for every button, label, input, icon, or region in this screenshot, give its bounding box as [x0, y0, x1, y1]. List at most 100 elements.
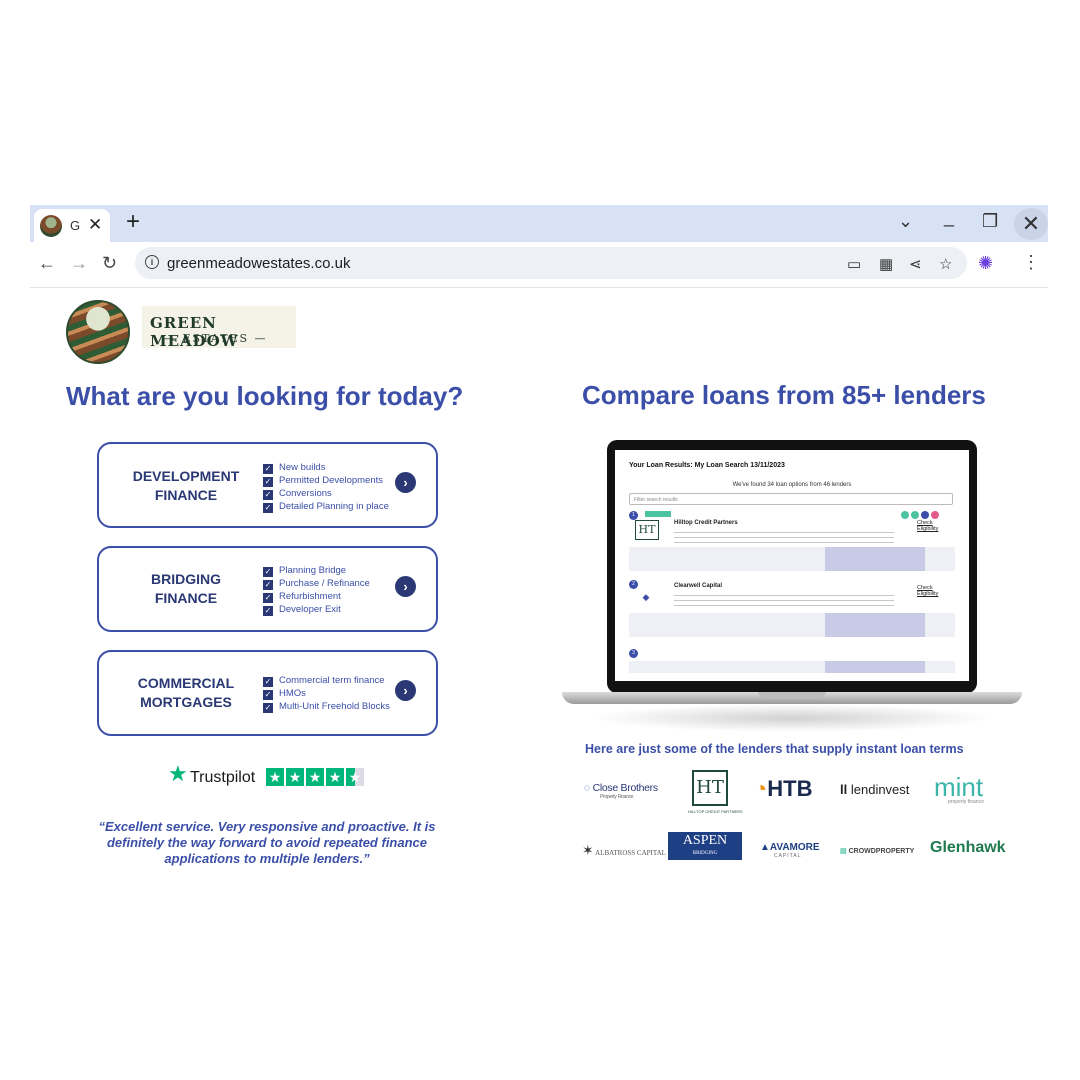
- result-lender-name: Hilltop Credit Partners: [674, 520, 738, 526]
- result-row: 2 ◆ Clearwell Capital Check Eligibility: [629, 580, 955, 640]
- url-text[interactable]: greenmeadowestates.co.uk: [167, 255, 350, 272]
- cast-icon[interactable]: ▭: [847, 255, 861, 273]
- site-favicon-icon: [40, 215, 62, 237]
- clearwell-logo-icon: ◆: [642, 593, 650, 603]
- page-content: GREEN MEADOW — ESTATES — What are you lo…: [30, 288, 1048, 870]
- lender-htb: ◔HTB: [754, 776, 813, 801]
- rating-star-icon: ★: [266, 768, 284, 786]
- list-item: ✓ HMOs: [263, 688, 306, 700]
- htb-swirl-icon: ◔: [754, 776, 768, 801]
- lendinvest-mark-icon: ll: [840, 782, 848, 797]
- checkbox-checked-icon: ✓: [263, 464, 273, 474]
- loan-results-screenshot: Your Loan Results: My Loan Search 13/11/…: [615, 450, 969, 681]
- table-highlight: [825, 547, 925, 571]
- trustpilot-rating: ★ ★ ★ ★ ★: [266, 768, 366, 786]
- result-figures-table: [629, 547, 955, 571]
- extension-icon[interactable]: ✺: [978, 253, 993, 274]
- list-item: ✓ Purchase / Refinance: [263, 578, 370, 590]
- tab-search-chevron-icon[interactable]: ⌄: [898, 211, 913, 232]
- tab-close-icon[interactable]: ✕: [88, 215, 102, 235]
- results-title: Your Loan Results: My Loan Search 13/11/…: [629, 462, 785, 469]
- toolbar: ← → ↻ i greenmeadowestates.co.uk ▭ ▦ ⋖ ☆…: [30, 242, 1048, 288]
- minimize-icon[interactable]: _: [944, 207, 954, 228]
- lender-mint: mint property finance: [934, 772, 984, 805]
- forward-icon[interactable]: →: [70, 253, 88, 274]
- lender-crowdproperty: ▤ CROWDPROPERTY: [840, 848, 915, 855]
- lender-lendinvest: ll lendinvest: [840, 782, 910, 797]
- reload-icon[interactable]: ↻: [102, 253, 117, 274]
- laptop-mockup: Your Loan Results: My Loan Search 13/11/…: [560, 440, 1024, 735]
- trustpilot-wordmark: Trustpilot: [190, 769, 256, 786]
- brand-wordmark[interactable]: GREEN MEADOW — ESTATES —: [142, 306, 296, 350]
- status-dot-icon: [921, 511, 929, 519]
- lender-glenhawk: Glenhawk: [930, 839, 1006, 856]
- site-info-icon[interactable]: i: [145, 255, 159, 269]
- list-item: ✓ Detailed Planning in place: [263, 501, 389, 513]
- chevron-right-icon[interactable]: ›: [395, 472, 416, 493]
- card-title-line2: FINANCE: [154, 590, 218, 606]
- card-title-line1: BRIDGING: [151, 571, 221, 587]
- lender-close-brothers: ◌ Close Brothers Property Finance: [584, 782, 658, 800]
- laptop-shadow: [590, 704, 994, 732]
- chevron-right-icon[interactable]: ›: [395, 680, 416, 701]
- card-commercial-mortgages[interactable]: COMMERCIAL MORTGAGES ✓ Commercial term fi…: [97, 650, 438, 736]
- result-row: 3: [629, 649, 955, 679]
- list-item: ✓ Conversions: [263, 488, 332, 500]
- checkbox-checked-icon: ✓: [263, 677, 273, 687]
- card-checklist: ✓ Commercial term finance ✓ HMOs ✓ Multi-Un…: [263, 674, 390, 713]
- lenders-heading: Here are just some of the lenders that s…: [585, 742, 964, 756]
- status-dot-icon: [901, 511, 909, 519]
- rating-star-icon: ★: [286, 768, 304, 786]
- brand-sub: — ESTATES —: [164, 332, 268, 345]
- card-title: BRIDGING FINANCE: [121, 570, 251, 608]
- restore-icon[interactable]: ❐: [982, 211, 998, 232]
- testimonial-quote: “Excellent service. Very responsive and …: [98, 819, 436, 866]
- list-item: ✓ Commercial term finance: [263, 675, 385, 687]
- result-description: [674, 529, 894, 543]
- card-development-finance[interactable]: DEVELOPMENT FINANCE ✓ New builds ✓ Permitt…: [97, 442, 438, 528]
- address-bar[interactable]: i greenmeadowestates.co.uk ▭ ▦ ⋖ ☆: [135, 247, 967, 279]
- checkbox-checked-icon: ✓: [263, 703, 273, 713]
- lender-aspen: ASPEN BRIDGING: [668, 832, 742, 860]
- qr-code-icon[interactable]: ▦: [879, 255, 893, 273]
- lender-albatross: ✶ ALBATROSS CAPITAL: [582, 844, 666, 859]
- list-item: ✓ Planning Bridge: [263, 565, 347, 577]
- result-figures-table: [629, 661, 955, 673]
- trustpilot-star-icon: ★: [168, 761, 188, 786]
- crowdproperty-icon: ▤: [840, 848, 847, 855]
- result-action-icons: [901, 511, 941, 519]
- checkbox-checked-icon: ✓: [263, 580, 273, 590]
- checkbox-checked-icon: ✓: [263, 690, 273, 700]
- close-brothers-icon: ◌: [584, 782, 590, 794]
- result-number: 3: [629, 649, 638, 658]
- share-icon[interactable]: ⋖: [909, 255, 922, 273]
- laptop-screen: Your Loan Results: My Loan Search 13/11/…: [607, 440, 977, 693]
- table-highlight: [825, 661, 925, 673]
- checkbox-checked-icon: ✓: [263, 593, 273, 603]
- rating-half-star-icon: ★: [346, 768, 364, 786]
- window-close-icon[interactable]: ✕: [1014, 208, 1048, 240]
- new-tab-icon[interactable]: +: [126, 208, 140, 236]
- result-lender-name: Clearwell Capital: [674, 583, 723, 589]
- albatross-star-icon: ✶: [582, 844, 594, 859]
- chevron-right-icon[interactable]: ›: [395, 576, 416, 597]
- results-summary: We've found 34 loan options from 46 lend…: [732, 482, 852, 488]
- brand-logo-icon[interactable]: [66, 300, 130, 364]
- right-heading: Compare loans from 85+ lenders: [582, 380, 986, 410]
- list-item: ✓ Multi-Unit Freehold Blocks: [263, 701, 390, 713]
- back-icon[interactable]: ←: [38, 253, 56, 274]
- list-item: ✓ Refurbishment: [263, 591, 341, 603]
- checkbox-checked-icon: ✓: [263, 490, 273, 500]
- card-bridging-finance[interactable]: BRIDGING FINANCE ✓ Planning Bridge ✓ Purch…: [97, 546, 438, 632]
- browser-window: G ✕ + ⌄ _ ❐ ✕ ← → ↻ i greenmeadowestates…: [30, 205, 1048, 870]
- card-title-line2: MORTGAGES: [140, 694, 232, 710]
- list-item: ✓ Developer Exit: [263, 604, 341, 616]
- avamore-mountain-icon: ▲: [760, 842, 770, 853]
- lender-hilltop: HT HILLTOP CREDIT PARTNERS: [688, 770, 743, 814]
- browser-tab[interactable]: G ✕: [34, 209, 110, 242]
- tab-title: G: [70, 218, 81, 233]
- checkbox-checked-icon: ✓: [263, 477, 273, 487]
- browser-menu-icon[interactable]: ⋮: [1022, 252, 1040, 273]
- result-number: 1: [629, 511, 638, 520]
- bookmark-star-icon[interactable]: ☆: [939, 255, 952, 273]
